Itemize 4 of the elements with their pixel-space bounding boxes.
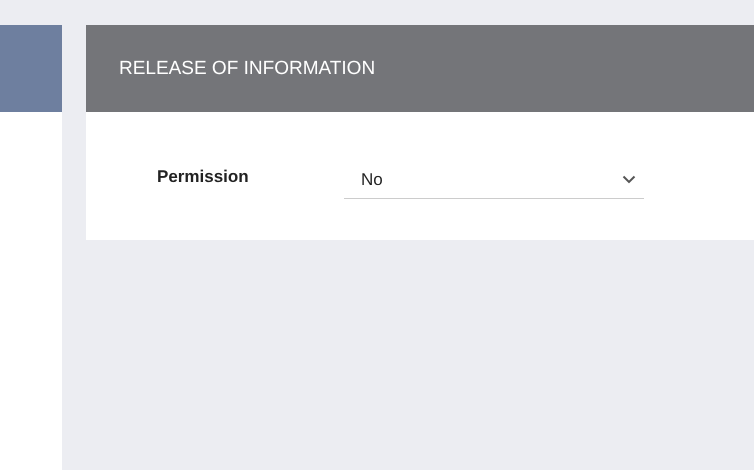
field-label: Permission: [157, 167, 250, 187]
permission-dropdown[interactable]: No: [344, 167, 644, 199]
chevron-down-icon: [622, 175, 636, 184]
panel-title: RELEASE OF INFORMATION: [119, 58, 376, 80]
